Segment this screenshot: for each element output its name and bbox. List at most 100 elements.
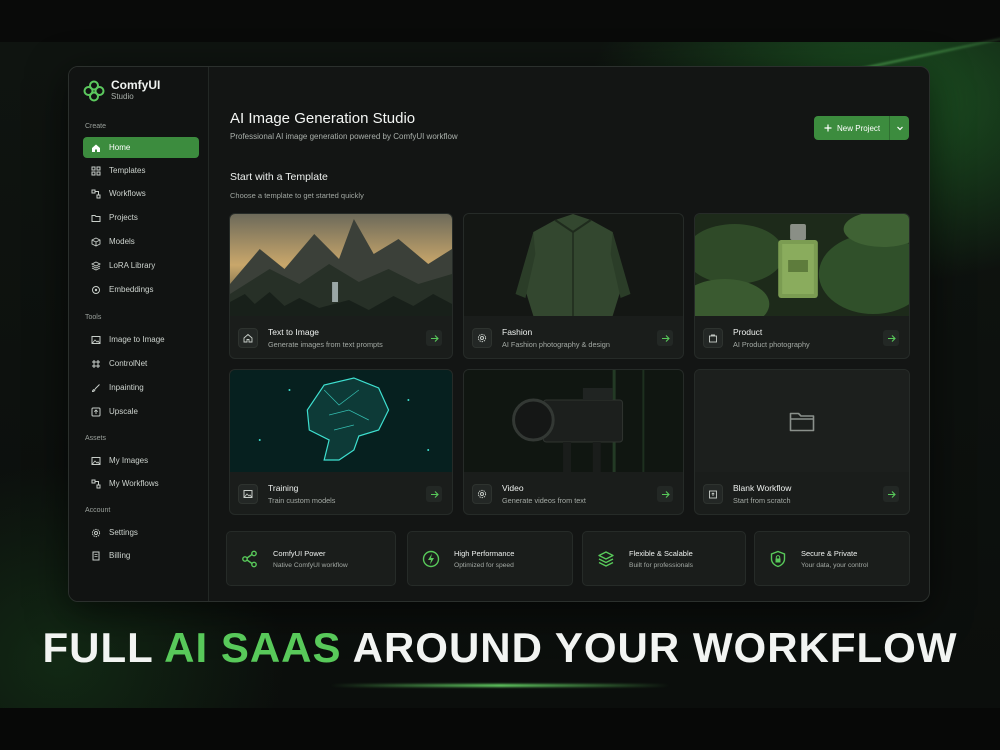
billing-icon [92, 551, 100, 560]
templates-subtitle: Choose a template to get started quickly [230, 191, 364, 200]
template-card-blank-workflow[interactable]: Blank Workflow Start from scratch [694, 369, 910, 515]
upscale-icon [91, 407, 101, 416]
arrow-right-icon[interactable] [883, 330, 899, 346]
arrow-right-icon[interactable] [657, 330, 673, 346]
section-label-create: Create [85, 123, 107, 130]
sidebar-item-my-workflows[interactable]: My Workflows [83, 473, 199, 494]
card-title: Training [268, 483, 299, 493]
sidebar-item-label: Image to Image [109, 335, 165, 344]
sidebar-item-image-to-image[interactable]: Image to Image [83, 329, 199, 350]
template-card-product[interactable]: Product AI Product photography [694, 213, 910, 359]
sidebar-item-label: Home [109, 143, 131, 152]
image-icon [238, 484, 258, 504]
template-card-training[interactable]: Training Train custom models [229, 369, 453, 515]
workflow-icon [91, 189, 101, 198]
bag-icon [703, 328, 723, 348]
sidebar-item-label: Models [109, 237, 135, 246]
layers-icon [91, 260, 101, 271]
card-title: Fashion [502, 327, 533, 337]
template-card-video[interactable]: Video Generate videos from text [463, 369, 684, 515]
embedding-icon [92, 285, 100, 294]
sidebar-item-my-images[interactable]: My Images [83, 450, 199, 471]
feature-subtitle: Built for professionals [629, 561, 693, 569]
sidebar-item-label: Upscale [109, 407, 138, 416]
arrow-right-icon[interactable] [883, 486, 899, 502]
folder-icon [789, 412, 815, 432]
folder-icon [91, 214, 101, 222]
headline-glow-line [330, 684, 670, 687]
brand[interactable]: ComfyUI Studio [83, 79, 160, 102]
perfume-bottle-thumbnail [695, 214, 909, 316]
templates-title: Start with a Template [230, 171, 328, 183]
controlnet-icon [92, 359, 100, 368]
sidebar-item-models[interactable]: Models [83, 231, 199, 252]
feature-title: ComfyUI Power [273, 548, 326, 558]
gear-icon [91, 528, 101, 537]
new-project-main[interactable]: New Project [814, 124, 889, 133]
sidebar-item-controlnet[interactable]: ControlNet [83, 353, 199, 374]
sidebar-item-label: Billing [109, 551, 131, 560]
sidebar-item-label: My Images [109, 456, 149, 465]
sidebar-item-billing[interactable]: Billing [83, 545, 199, 566]
card-subtitle: AI Product photography [733, 340, 810, 349]
arrow-right-icon[interactable] [426, 486, 442, 502]
chevron-down-icon [896, 126, 903, 131]
feature-title: Flexible & Scalable [629, 548, 693, 558]
sidebar-item-settings[interactable]: Settings [83, 522, 199, 543]
page-title: AI Image Generation Studio [230, 110, 416, 127]
brand-subtitle: Studio [111, 92, 134, 101]
headline-part-1: FULL [42, 624, 165, 671]
feature-subtitle: Your data, your control [801, 561, 869, 569]
feature-subtitle: Native ComfyUI workflow [273, 561, 348, 569]
sidebar-item-templates[interactable]: Templates [83, 160, 199, 181]
arrow-right-icon[interactable] [426, 330, 442, 346]
section-label-tools: Tools [85, 314, 102, 321]
sidebar-item-projects[interactable]: Projects [83, 207, 199, 228]
section-label-account: Account [85, 507, 111, 514]
sidebar-item-lora-library[interactable]: LoRA Library [83, 255, 199, 276]
feature-comfyui-power: ComfyUI Power Native ComfyUI workflow [226, 531, 396, 586]
new-project-button[interactable]: New Project [814, 116, 909, 140]
image-icon [91, 456, 101, 465]
brush-icon [91, 383, 100, 392]
home-icon [92, 144, 100, 152]
sidebar-item-label: Projects [109, 213, 138, 222]
feature-secure-private: Secure & Private Your data, your control [754, 531, 910, 586]
comfyui-logo-icon [83, 80, 105, 101]
sidebar-item-embeddings[interactable]: Embeddings [83, 279, 199, 300]
card-title: Video [502, 483, 524, 493]
gear-icon [472, 328, 492, 348]
sidebar-item-label: LoRA Library [109, 261, 156, 270]
bolt-icon [422, 550, 440, 567]
sidebar-item-label: My Workflows [109, 479, 159, 488]
sidebar-item-workflows[interactable]: Workflows [83, 183, 199, 204]
sidebar-item-upscale[interactable]: Upscale [83, 401, 199, 422]
headline-accent: AI SAAS [164, 624, 342, 671]
mountain-landscape-thumbnail [230, 214, 452, 316]
template-card-text-to-image[interactable]: Text to Image Generate images from text … [229, 213, 453, 359]
sidebar-item-label: Templates [109, 166, 146, 175]
sidebar-item-inpainting[interactable]: Inpainting [83, 377, 199, 398]
card-subtitle: Train custom models [268, 496, 336, 505]
cube-icon [91, 236, 101, 247]
new-project-dropdown[interactable] [889, 116, 909, 140]
template-card-fashion[interactable]: Fashion AI Fashion photography & design [463, 213, 684, 359]
workflow-icon [91, 479, 101, 488]
headline-part-2: AROUND YOUR WORKFLOW [341, 624, 958, 671]
new-project-label: New Project [837, 123, 881, 133]
feature-subtitle: Optimized for speed [454, 561, 514, 569]
card-subtitle: Generate images from text prompts [268, 340, 383, 349]
card-title: Text to Image [268, 327, 320, 337]
sidebar-item-label: Inpainting [109, 383, 144, 392]
grid-icon [91, 166, 101, 175]
main-content: AI Image Generation Studio Professional … [209, 67, 929, 601]
gear-icon [472, 484, 492, 504]
promo-headline: FULL AI SAAS AROUND YOUR WORKFLOW [0, 624, 1000, 672]
digital-brain-thumbnail [230, 370, 452, 472]
blank-thumbnail [695, 370, 909, 472]
card-subtitle: Generate videos from text [502, 496, 586, 505]
sidebar-item-home[interactable]: Home [83, 137, 199, 158]
green-jacket-thumbnail [464, 214, 683, 316]
feature-flexible-scalable: Flexible & Scalable Built for profession… [582, 531, 746, 586]
arrow-right-icon[interactable] [657, 486, 673, 502]
